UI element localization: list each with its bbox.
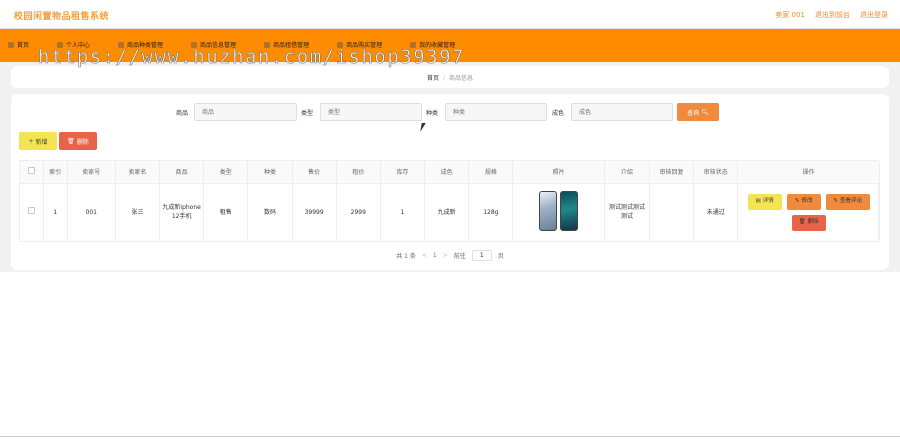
cell-condition: 九成新 — [424, 183, 470, 241]
cell-category: 数码 — [247, 183, 293, 241]
type-search-input[interactable] — [320, 103, 422, 121]
column-header: 种类 — [247, 161, 293, 184]
column-header: 规格 — [468, 161, 514, 184]
category-search-label: 种类 — [426, 110, 439, 117]
column-header: 租价 — [336, 161, 381, 184]
home-icon — [8, 41, 14, 48]
pagination: 共 1 条 < 1 > 前往 页 — [0, 249, 900, 261]
cell-price: 39999 — [292, 183, 337, 241]
next-page-button[interactable]: > — [443, 252, 448, 259]
cell-rent: 2999 — [336, 183, 381, 241]
select-all-checkbox[interactable] — [27, 167, 35, 175]
select-all-checkbox-cell — [20, 161, 44, 184]
back-to-frontend-link[interactable]: 退出到前台 — [815, 10, 850, 20]
trash-icon: 🗑︎ — [67, 137, 75, 145]
column-header: 索引 — [43, 161, 68, 184]
cell-type: 租售 — [203, 183, 249, 241]
detail-button[interactable]: ▤ 详情 — [747, 193, 782, 210]
search-button[interactable]: 查询 🔍︎ — [677, 103, 719, 121]
breadcrumb-current: 商品信息 — [449, 75, 474, 82]
cell-intro: 测试测试测试测试 — [604, 183, 650, 241]
column-header: 审核状态 — [693, 161, 739, 184]
cell-status: 未通过 — [693, 183, 739, 241]
table-row: 1 001 张三 九成新iphone12手机 租售 数码 39999 2999 … — [20, 183, 880, 241]
column-header: 照片 — [512, 161, 605, 184]
cell-index: 1 — [43, 183, 68, 241]
column-header: 成色 — [424, 161, 470, 184]
seller-account-link[interactable]: 卖家 001 — [775, 10, 805, 20]
product-photo[interactable] — [539, 190, 579, 231]
trash-icon: 🗑︎ — [798, 219, 806, 226]
purchase-icon — [337, 41, 344, 48]
logout-link[interactable]: 退出登录 — [860, 10, 888, 20]
column-header: 操作 — [737, 161, 880, 184]
cell-spec: 128g — [468, 183, 514, 241]
goods-icon — [191, 41, 198, 48]
cell-reply — [649, 183, 695, 241]
cell-stock: 1 — [380, 183, 426, 241]
view-comments-button[interactable]: ✎ 查看评论 — [825, 193, 870, 210]
goto-label: 前往 — [453, 252, 466, 260]
add-button[interactable]: + 新增 — [19, 132, 57, 150]
table-header-row: 索引 卖家号 卖家名 商品 类型 种类 售价 租价 库存 成色 规格 照片 介绍… — [20, 161, 880, 184]
column-header: 库存 — [380, 161, 426, 184]
nav-item-goods-management[interactable]: 商品信息管理 — [191, 40, 236, 49]
phone-image-front — [539, 190, 558, 231]
type-search-label: 类型 — [301, 110, 314, 117]
main-nav: 首页 个人中心 商品种类管理 商品信息管理 商品租借管理 商品购买管理 我的收藏… — [0, 29, 900, 62]
top-links: 卖家 001 退出到前台 退出登录 — [775, 10, 888, 20]
row-delete-button[interactable]: 🗑︎ 删除 — [791, 214, 826, 231]
category-search-input[interactable] — [445, 103, 547, 121]
nav-item-favorites-management[interactable]: 我的收藏管理 — [410, 40, 455, 49]
nav-item-personal-center[interactable]: 个人中心 — [57, 40, 90, 49]
user-icon — [57, 41, 64, 48]
condition-search-label: 成色 — [552, 110, 565, 117]
column-header: 审核回复 — [649, 161, 695, 184]
column-header: 卖家号 — [67, 161, 116, 184]
favorite-icon — [410, 41, 417, 48]
nav-item-rental-management[interactable]: 商品租借管理 — [264, 40, 309, 49]
nav-item-category-management[interactable]: 商品种类管理 — [118, 40, 163, 49]
edit-icon: ✎ — [794, 198, 800, 205]
cell-actions: ▤ 详情 ✎ 修改 ✎ 查看评论 🗑︎ 删除 — [737, 183, 880, 241]
plus-icon: + — [28, 137, 34, 145]
breadcrumb-separator: / — [442, 75, 446, 82]
app-title: 校园闲置物品租售系统 — [14, 12, 110, 22]
product-search-input[interactable] — [194, 103, 297, 121]
product-search-label: 商品 — [176, 110, 189, 117]
edit-button[interactable]: ✎ 修改 — [786, 193, 821, 210]
prev-page-button[interactable]: < — [422, 252, 427, 259]
bottom-border — [0, 436, 900, 437]
cell-product: 九成新iphone12手机 — [159, 183, 205, 241]
breadcrumb-card: 首页 / 商品信息 — [11, 66, 889, 88]
top-header: 校园闲置物品租售系统 卖家 001 退出到前台 退出登录 — [0, 0, 900, 29]
column-header: 介绍 — [604, 161, 650, 184]
column-header: 类型 — [203, 161, 249, 184]
column-header: 售价 — [292, 161, 337, 184]
cell-photo — [512, 183, 605, 241]
nav-item-purchase-management[interactable]: 商品购买管理 — [337, 40, 382, 49]
cell-seller-name: 张三 — [115, 183, 161, 241]
search-icon: 🔍︎ — [701, 108, 709, 116]
batch-delete-button[interactable]: 🗑︎ 删除 — [59, 132, 97, 150]
breadcrumb-home[interactable]: 首页 — [427, 75, 439, 82]
goto-page-input[interactable] — [471, 249, 492, 261]
column-header: 商品 — [159, 161, 205, 184]
comment-icon: ✎ — [833, 198, 838, 205]
nav-item-home[interactable]: 首页 — [8, 40, 29, 49]
condition-search-input[interactable] — [571, 103, 673, 121]
goods-table: 索引 卖家号 卖家名 商品 类型 种类 售价 租价 库存 成色 规格 照片 介绍… — [19, 160, 880, 242]
page-number-button[interactable]: 1 — [433, 252, 437, 259]
row-checkbox-cell — [20, 183, 44, 241]
cell-seller-no: 001 — [67, 183, 116, 241]
phone-image-back — [560, 190, 579, 231]
detail-icon: ▤ — [755, 198, 761, 205]
row-checkbox[interactable] — [27, 207, 35, 215]
rental-icon — [264, 41, 271, 48]
breadcrumb: 首页 / 商品信息 — [11, 73, 889, 82]
category-icon — [118, 41, 125, 48]
column-header: 卖家名 — [115, 161, 161, 184]
page-suffix: 页 — [497, 252, 504, 260]
total-count: 共 1 条 — [396, 252, 416, 260]
